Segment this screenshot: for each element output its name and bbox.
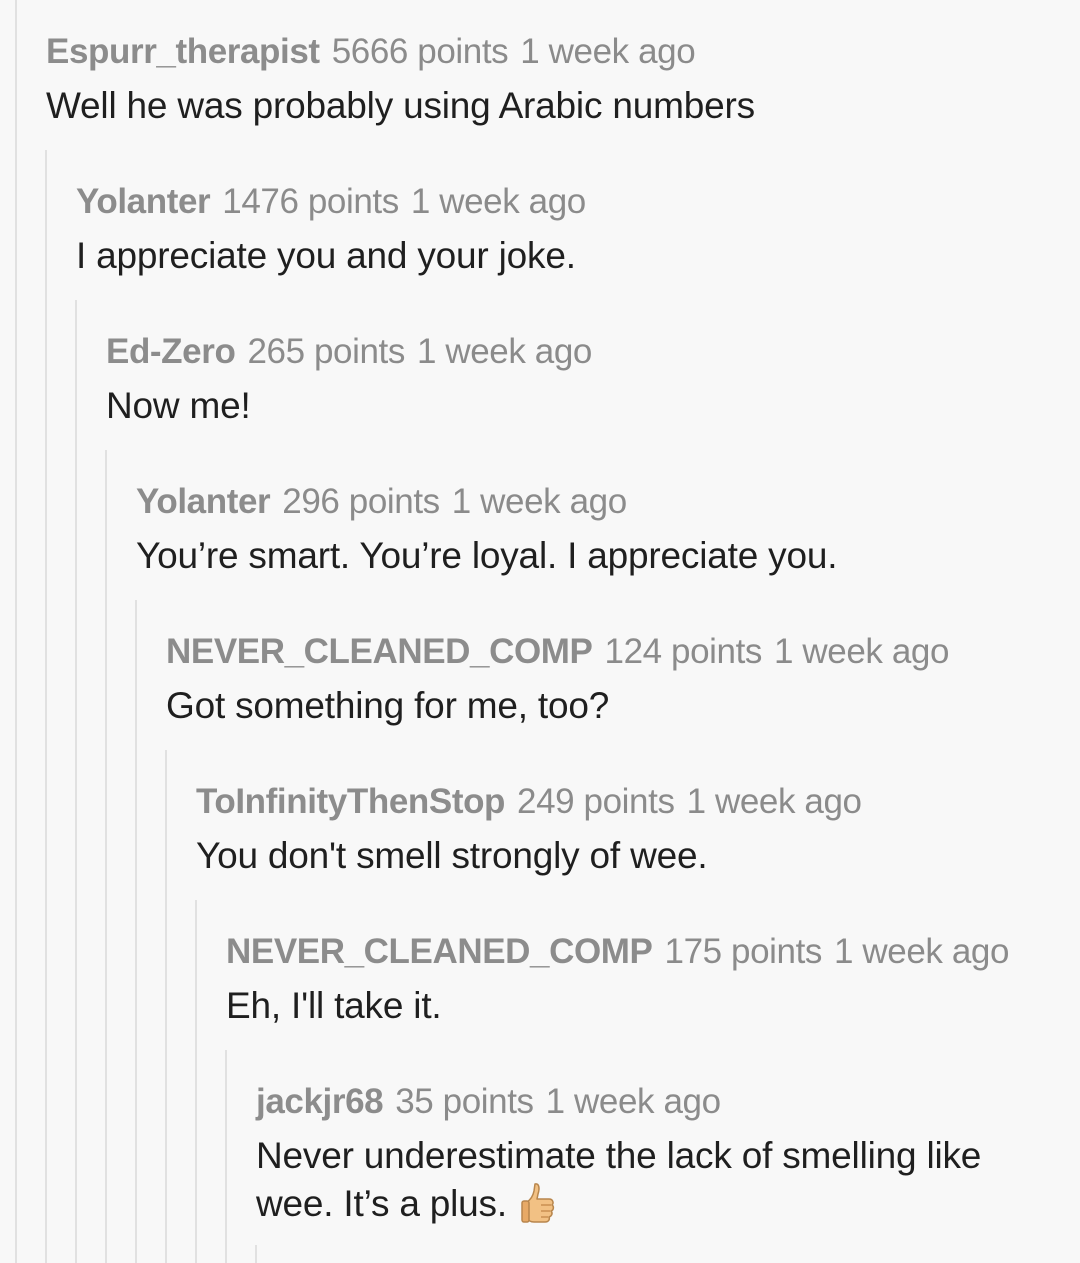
comment-author[interactable]: Ed-Zero	[106, 332, 236, 371]
thread-line-level-3	[105, 450, 107, 1263]
thread-line-level-4	[135, 600, 137, 1263]
comment-meta: Ed-Zero 265 points 1 week ago	[106, 332, 1060, 372]
thread-line-level-8	[255, 1245, 257, 1263]
comment-author[interactable]: NEVER_CLEANED_COMP	[226, 932, 653, 971]
comment[interactable]: Ed-Zero 265 points 1 week ago Now me!	[106, 332, 1060, 430]
comment-time: 1 week ago	[410, 182, 586, 221]
comment-body: Eh, I'll take it.	[226, 985, 442, 1026]
comment-body-text: Never underestimate the lack of smelling…	[256, 1135, 982, 1224]
comment-meta: Yolanter 296 points 1 week ago	[136, 482, 1060, 522]
comment-author[interactable]: Espurr_therapist	[46, 32, 320, 71]
comment[interactable]: NEVER_CLEANED_COMP 124 points 1 week ago G…	[166, 632, 1060, 730]
comment-time: 1 week ago	[774, 632, 950, 671]
comment-meta: Espurr_therapist 5666 points 1 week ago	[46, 32, 1060, 72]
comment-points: 124 points	[604, 632, 763, 671]
thread-line-level-0	[15, 0, 17, 1263]
comment-time: 1 week ago	[545, 1082, 721, 1121]
comment-time: 1 week ago	[834, 932, 1010, 971]
comment-body: You don't smell strongly of wee.	[196, 835, 708, 876]
comment-body: I appreciate you and your joke.	[76, 235, 576, 276]
thread-line-level-1	[45, 150, 47, 1263]
thread-line-level-2	[75, 300, 77, 1263]
comment-thread-page: { "comments": [ { "author": "Espurr_ther…	[0, 0, 1080, 1263]
comment-author[interactable]: Yolanter	[136, 482, 271, 521]
comment-points: 1476 points	[222, 182, 399, 221]
comment-author[interactable]: NEVER_CLEANED_COMP	[166, 632, 593, 671]
comment-meta: ToInfinityThenStop 249 points 1 week ago	[196, 782, 1060, 822]
comment[interactable]: NEVER_CLEANED_COMP 175 points 1 week ago E…	[226, 932, 1060, 1030]
comment-author[interactable]: ToInfinityThenStop	[196, 782, 505, 821]
comment-points: 5666 points	[331, 32, 509, 71]
comment-points: 175 points	[664, 932, 823, 971]
comment-body: Now me!	[106, 385, 251, 426]
comment-meta: NEVER_CLEANED_COMP 175 points 1 week ago	[226, 932, 1060, 972]
comment[interactable]: ToInfinityThenStop 249 points 1 week ago Y…	[196, 782, 1060, 880]
comment[interactable]: Espurr_therapist 5666 points 1 week ago We…	[46, 32, 1060, 130]
comment-body: Got something for me, too?	[166, 685, 610, 726]
comment-time: 1 week ago	[686, 782, 862, 821]
comment[interactable]: Yolanter 296 points 1 week ago You’re smar…	[136, 482, 1060, 580]
comment-meta: Yolanter 1476 points 1 week ago	[76, 182, 1060, 222]
comment-points: 35 points	[395, 1082, 534, 1121]
comment-body: Well he was probably using Arabic number…	[46, 85, 755, 126]
comment[interactable]: jackjr68 35 points 1 week ago Never undere…	[256, 1082, 1060, 1228]
thumbs-up-icon	[521, 1182, 557, 1224]
thread-line-level-5	[165, 750, 167, 1263]
comment[interactable]: Yolanter 1476 points 1 week ago I apprecia…	[76, 182, 1060, 280]
comment-time: 1 week ago	[451, 482, 627, 521]
comment-time: 1 week ago	[416, 332, 592, 371]
thread-line-level-6	[195, 900, 197, 1263]
comment-body: You’re smart. You’re loyal. I appreciate…	[136, 535, 838, 576]
comment-meta: jackjr68 35 points 1 week ago	[256, 1082, 1060, 1122]
comment-points: 265 points	[247, 332, 405, 371]
comment-points: 296 points	[282, 482, 440, 521]
comment-body: Never underestimate the lack of smelling…	[256, 1132, 1060, 1228]
comment-author[interactable]: Yolanter	[76, 182, 211, 221]
comment-author[interactable]: jackjr68	[256, 1082, 384, 1121]
comment-points: 249 points	[517, 782, 675, 821]
thread-line-level-7	[225, 1050, 227, 1263]
comment-meta: NEVER_CLEANED_COMP 124 points 1 week ago	[166, 632, 1060, 672]
comment-time: 1 week ago	[520, 32, 696, 71]
